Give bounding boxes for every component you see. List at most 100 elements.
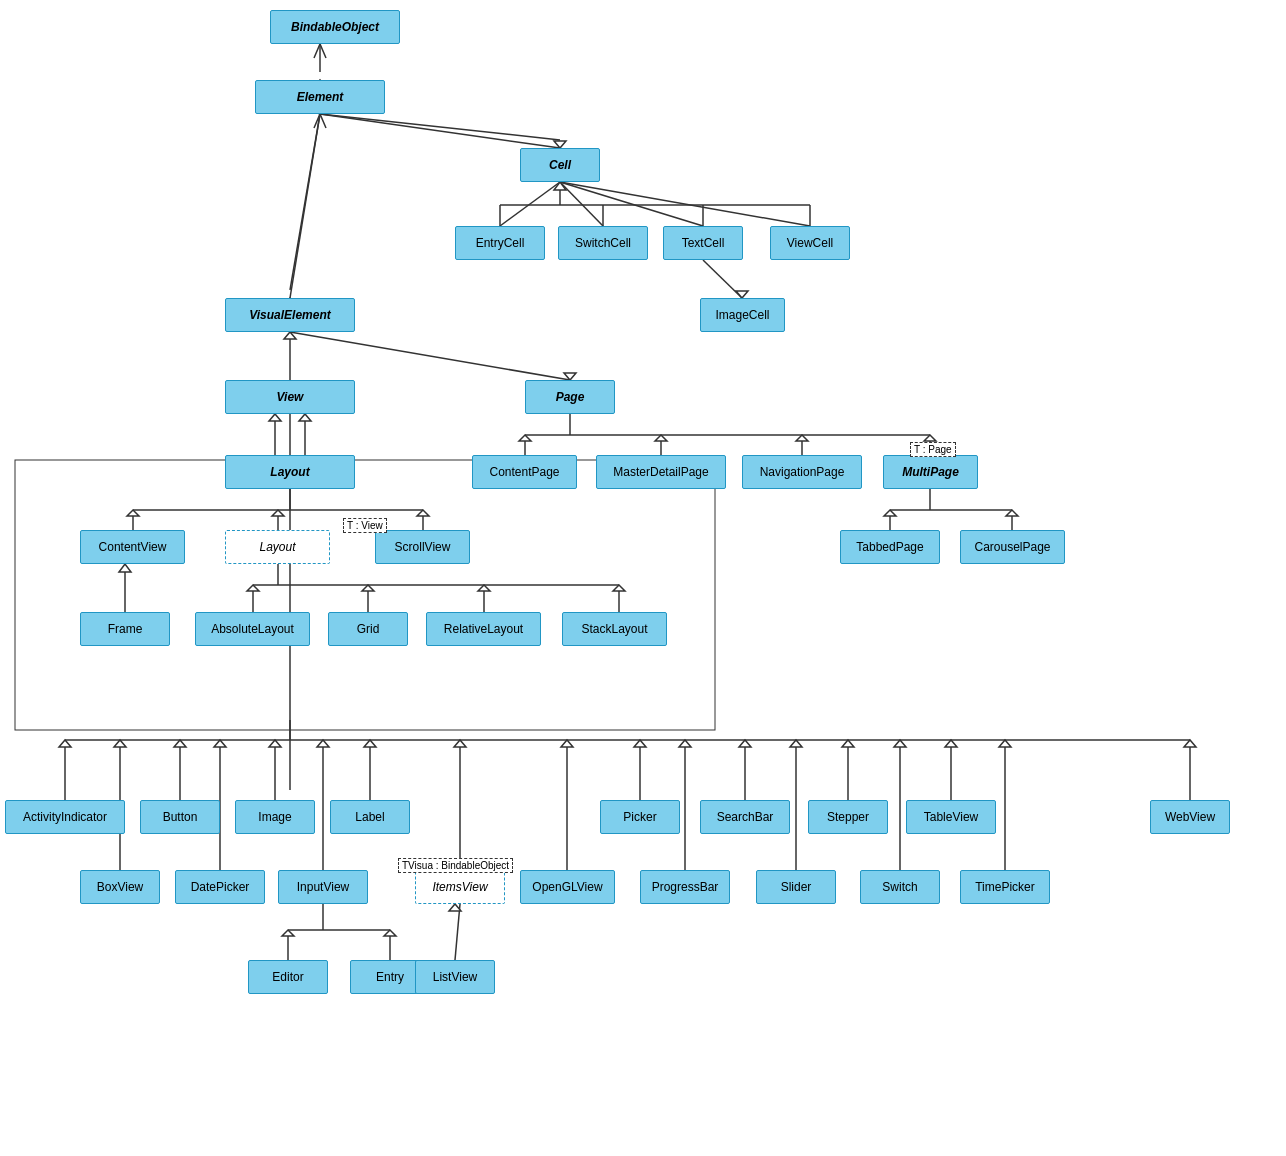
node-cell: Cell <box>520 148 600 182</box>
node-masterdetailpage: MasterDetailPage <box>596 455 726 489</box>
svg-rect-66 <box>15 460 715 730</box>
svg-marker-79 <box>59 740 71 747</box>
svg-marker-38 <box>796 435 808 441</box>
svg-marker-97 <box>114 740 126 747</box>
uml-diagram: BindableObject Element Cell EntryCell Switch… <box>0 0 1286 1156</box>
svg-marker-81 <box>269 740 281 747</box>
svg-line-2 <box>290 114 320 290</box>
node-frame: Frame <box>80 612 170 646</box>
svg-marker-36 <box>519 435 531 441</box>
node-switch: Switch <box>860 870 940 904</box>
node-element: Element <box>255 80 385 114</box>
svg-line-12 <box>560 182 810 226</box>
svg-marker-84 <box>739 740 751 747</box>
svg-marker-113 <box>449 904 461 911</box>
node-page: Page <box>525 380 615 414</box>
node-openglview: OpenGLView <box>520 870 615 904</box>
node-picker: Picker <box>600 800 680 834</box>
svg-marker-101 <box>561 740 573 747</box>
node-inputview: InputView <box>278 870 368 904</box>
node-viewcell: ViewCell <box>770 226 850 260</box>
svg-marker-8 <box>554 141 566 148</box>
svg-line-20 <box>703 260 742 298</box>
svg-marker-39 <box>924 435 936 441</box>
node-itemsview: ItemsView <box>415 870 505 904</box>
node-entrycell: EntryCell <box>455 226 545 260</box>
svg-marker-111 <box>384 930 396 936</box>
svg-marker-104 <box>894 740 906 747</box>
svg-marker-23 <box>284 332 296 339</box>
svg-marker-63 <box>362 585 374 591</box>
node-multipage: MultiPage <box>883 455 978 489</box>
svg-marker-80 <box>174 740 186 747</box>
node-editor: Editor <box>248 960 328 994</box>
svg-marker-85 <box>842 740 854 747</box>
svg-marker-44 <box>884 510 896 516</box>
node-activityindicator: ActivityIndicator <box>5 800 125 834</box>
node-bindableobject: BindableObject <box>270 10 400 44</box>
note-t-page: T : Page <box>910 442 956 457</box>
node-grid: Grid <box>328 612 408 646</box>
node-boxview: BoxView <box>80 870 160 904</box>
node-relativelayout: RelativeLayout <box>426 612 541 646</box>
svg-marker-25 <box>564 373 576 380</box>
svg-marker-64 <box>478 585 490 591</box>
node-layout_t: Layout <box>225 530 330 564</box>
svg-marker-55 <box>119 564 131 572</box>
node-imagecell: ImageCell <box>700 298 785 332</box>
svg-marker-83 <box>634 740 646 747</box>
svg-marker-53 <box>417 510 429 516</box>
node-scrollview: ScrollView <box>375 530 470 564</box>
node-slider: Slider <box>756 870 836 904</box>
node-image: Image <box>235 800 315 834</box>
svg-marker-110 <box>282 930 294 936</box>
node-button: Button <box>140 800 220 834</box>
node-textcell: TextCell <box>663 226 743 260</box>
svg-marker-86 <box>945 740 957 747</box>
note-t-visual: TVisua : BindableObject <box>398 858 513 873</box>
node-visualelement: VisualElement <box>225 298 355 332</box>
node-contentview: ContentView <box>80 530 185 564</box>
svg-line-1 <box>320 114 560 140</box>
node-navigationpage: NavigationPage <box>742 455 862 489</box>
node-view: View <box>225 380 355 414</box>
svg-marker-99 <box>317 740 329 747</box>
svg-line-10 <box>560 182 603 226</box>
node-absolutelayout: AbsoluteLayout <box>195 612 310 646</box>
svg-line-5 <box>290 114 320 298</box>
svg-marker-103 <box>790 740 802 747</box>
svg-marker-105 <box>999 740 1011 747</box>
svg-marker-52 <box>272 510 284 516</box>
svg-line-11 <box>560 182 703 226</box>
svg-marker-87 <box>1184 740 1196 747</box>
svg-marker-102 <box>679 740 691 747</box>
svg-marker-45 <box>1006 510 1018 516</box>
svg-line-24 <box>290 332 570 380</box>
svg-marker-29 <box>299 414 311 421</box>
node-progressbar: ProgressBar <box>640 870 730 904</box>
svg-marker-21 <box>736 291 748 298</box>
node-carouselpage: CarouselPage <box>960 530 1065 564</box>
svg-marker-62 <box>247 585 259 591</box>
svg-line-112 <box>455 904 460 960</box>
svg-marker-98 <box>214 740 226 747</box>
node-tabbedpage: TabbedPage <box>840 530 940 564</box>
svg-marker-37 <box>655 435 667 441</box>
node-webview: WebView <box>1150 800 1230 834</box>
node-contentpage: ContentPage <box>472 455 577 489</box>
node-listview: ListView <box>415 960 495 994</box>
node-stepper: Stepper <box>808 800 888 834</box>
node-datepicker: DatePicker <box>175 870 265 904</box>
node-layout_main: Layout <box>225 455 355 489</box>
node-switchcell: SwitchCell <box>558 226 648 260</box>
node-searchbar: SearchBar <box>700 800 790 834</box>
svg-marker-82 <box>364 740 376 747</box>
note-t-view: T : View <box>343 518 387 533</box>
node-tableview: TableView <box>906 800 996 834</box>
svg-marker-19 <box>554 182 566 190</box>
node-stacklayout: StackLayout <box>562 612 667 646</box>
svg-marker-65 <box>613 585 625 591</box>
svg-marker-51 <box>127 510 139 516</box>
node-timepicker: TimePicker <box>960 870 1050 904</box>
svg-marker-28 <box>269 414 281 421</box>
